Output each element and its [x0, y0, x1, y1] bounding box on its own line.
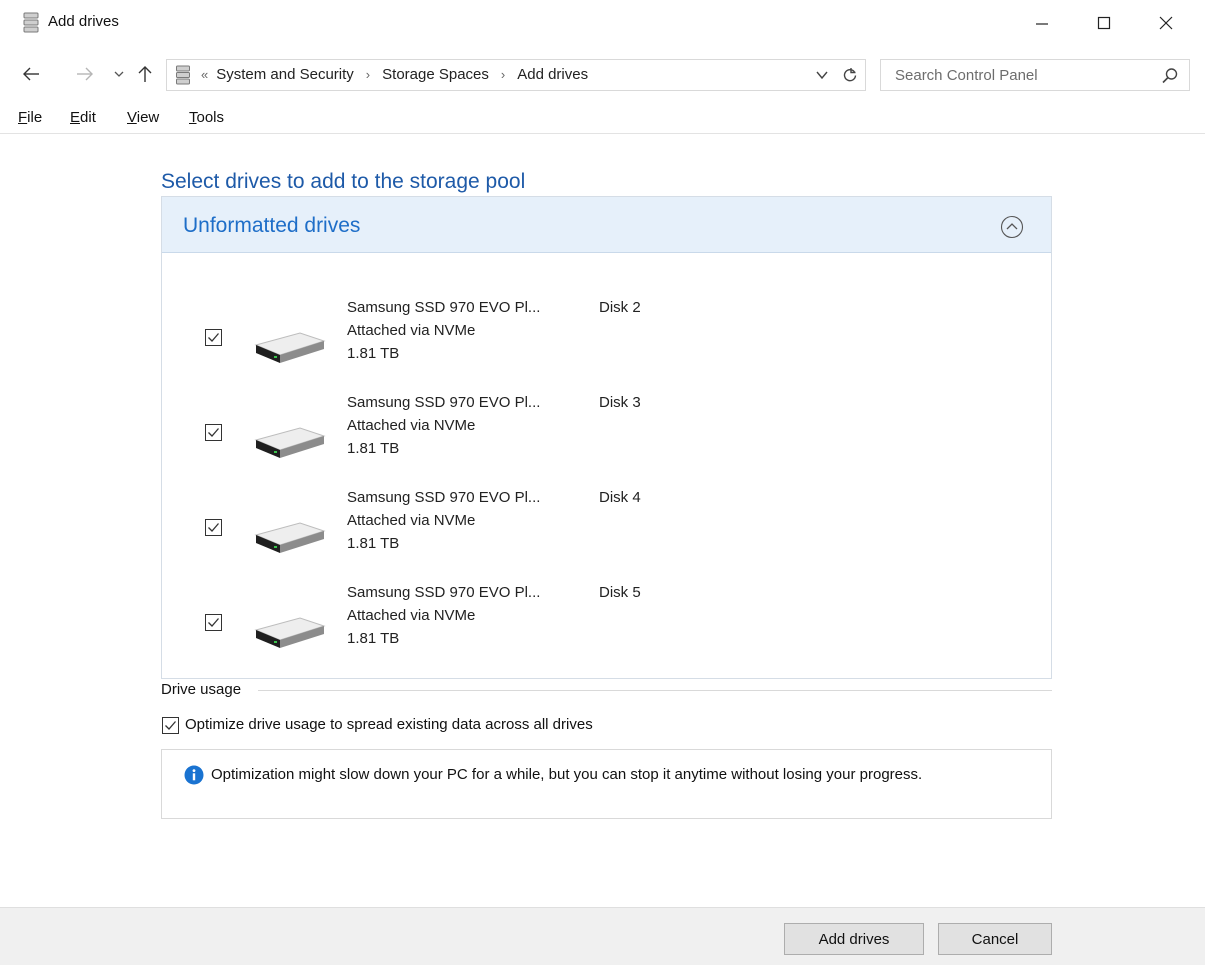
info-text: Optimization might slow down your PC for… — [211, 766, 923, 783]
arrow-up-icon — [138, 66, 152, 82]
storage-spaces-icon — [175, 65, 191, 85]
drive-row: Samsung SSD 970 EVO Pl... Disk 5 Attache… — [162, 580, 1051, 672]
drive-disk-number: Disk 2 — [599, 299, 641, 316]
search-input[interactable] — [881, 60, 1151, 90]
drive-name: Samsung SSD 970 EVO Pl... — [347, 584, 541, 601]
breadcrumb-separator-icon[interactable]: › — [501, 67, 505, 82]
title-bar: Add drives — [0, 0, 1205, 48]
drive-size: 1.81 TB — [347, 535, 400, 552]
back-button[interactable] — [18, 61, 44, 87]
checkbox-checked-icon — [205, 329, 222, 346]
drive-size: 1.81 TB — [347, 630, 400, 647]
checkbox-checked-icon — [205, 614, 222, 631]
recent-locations-button[interactable] — [106, 61, 132, 87]
drive-size: 1.81 TB — [347, 440, 400, 457]
drive-name: Samsung SSD 970 EVO Pl... — [347, 299, 541, 316]
chevron-down-icon — [114, 71, 124, 77]
hard-drive-icon — [254, 329, 326, 365]
hard-drive-icon — [254, 424, 326, 460]
drive-row: Samsung SSD 970 EVO Pl... Disk 4 Attache… — [162, 485, 1051, 577]
checkbox-checked-icon — [205, 424, 222, 441]
info-icon — [184, 765, 204, 785]
collapse-button[interactable] — [1000, 215, 1024, 239]
menu-view[interactable]: View — [127, 109, 159, 126]
chevron-down-icon — [816, 71, 828, 80]
breadcrumb-storage-spaces[interactable]: Storage Spaces — [382, 66, 489, 83]
window-title: Add drives — [48, 13, 119, 30]
refresh-icon — [843, 68, 857, 82]
drive-row: Samsung SSD 970 EVO Pl... Disk 2 Attache… — [162, 295, 1051, 387]
panel-title: Unformatted drives — [183, 214, 361, 237]
drive-disk-number: Disk 3 — [599, 394, 641, 411]
add-drives-button[interactable]: Add drives — [784, 923, 924, 955]
drive-row: Samsung SSD 970 EVO Pl... Disk 3 Attache… — [162, 390, 1051, 482]
info-box: Optimization might slow down your PC for… — [161, 749, 1052, 819]
hard-drive-icon — [254, 519, 326, 555]
menu-bar: File Edit View Tools — [0, 106, 1205, 134]
breadcrumb-add-drives[interactable]: Add drives — [517, 66, 588, 83]
optimize-label[interactable]: Optimize drive usage to spread existing … — [185, 716, 593, 733]
breadcrumb-separator-icon[interactable]: › — [366, 67, 370, 82]
up-button[interactable] — [132, 61, 158, 87]
panel-header[interactable]: Unformatted drives — [162, 197, 1051, 253]
close-icon — [1159, 16, 1173, 30]
footer-bar: Add drives Cancel — [0, 907, 1205, 965]
storage-spaces-icon — [22, 12, 40, 34]
address-bar[interactable]: « System and Security › Storage Spaces ›… — [166, 59, 866, 91]
chevron-up-circle-icon — [1000, 215, 1024, 239]
group-divider — [258, 690, 1052, 691]
drive-connection: Attached via NVMe — [347, 607, 476, 624]
menu-tools[interactable]: Tools — [189, 109, 224, 126]
overflow-chevron-icon[interactable]: « — [201, 67, 208, 82]
forward-button[interactable] — [72, 61, 98, 87]
unformatted-drives-panel: Unformatted drives Samsung SSD 970 EVO P… — [161, 196, 1052, 679]
drive-name: Samsung SSD 970 EVO Pl... — [347, 489, 541, 506]
arrow-left-icon — [23, 67, 39, 81]
menu-edit[interactable]: Edit — [70, 109, 96, 126]
drive-connection: Attached via NVMe — [347, 512, 476, 529]
navigation-bar: « System and Security › Storage Spaces ›… — [0, 55, 1205, 95]
refresh-button[interactable] — [841, 66, 859, 84]
checkbox-checked-icon — [162, 717, 179, 734]
close-button[interactable] — [1136, 0, 1196, 46]
drive-disk-number: Disk 4 — [599, 489, 641, 506]
drive-connection: Attached via NVMe — [347, 322, 476, 339]
drive-disk-number: Disk 5 — [599, 584, 641, 601]
cancel-button[interactable]: Cancel — [938, 923, 1052, 955]
address-dropdown-button[interactable] — [815, 68, 829, 82]
breadcrumb-system-and-security[interactable]: System and Security — [216, 66, 354, 83]
drive-connection: Attached via NVMe — [347, 417, 476, 434]
breadcrumb: « System and Security › Storage Spaces ›… — [201, 66, 588, 83]
optimize-checkbox[interactable] — [162, 717, 179, 734]
drive-checkbox[interactable] — [205, 329, 222, 346]
search-box[interactable] — [880, 59, 1190, 91]
hard-drive-icon — [254, 614, 326, 650]
search-icon[interactable] — [1161, 67, 1179, 85]
minimize-icon — [1036, 23, 1048, 25]
arrow-right-icon — [77, 67, 93, 81]
drive-checkbox[interactable] — [205, 614, 222, 631]
maximize-icon — [1097, 16, 1111, 30]
maximize-button[interactable] — [1074, 0, 1134, 46]
drive-checkbox[interactable] — [205, 424, 222, 441]
drive-usage-label: Drive usage — [161, 681, 242, 698]
menu-file[interactable]: File — [18, 109, 42, 126]
drive-name: Samsung SSD 970 EVO Pl... — [347, 394, 541, 411]
drive-size: 1.81 TB — [347, 345, 400, 362]
drive-checkbox[interactable] — [205, 519, 222, 536]
checkbox-checked-icon — [205, 519, 222, 536]
minimize-button[interactable] — [1012, 0, 1072, 46]
page-title: Select drives to add to the storage pool — [161, 170, 526, 193]
